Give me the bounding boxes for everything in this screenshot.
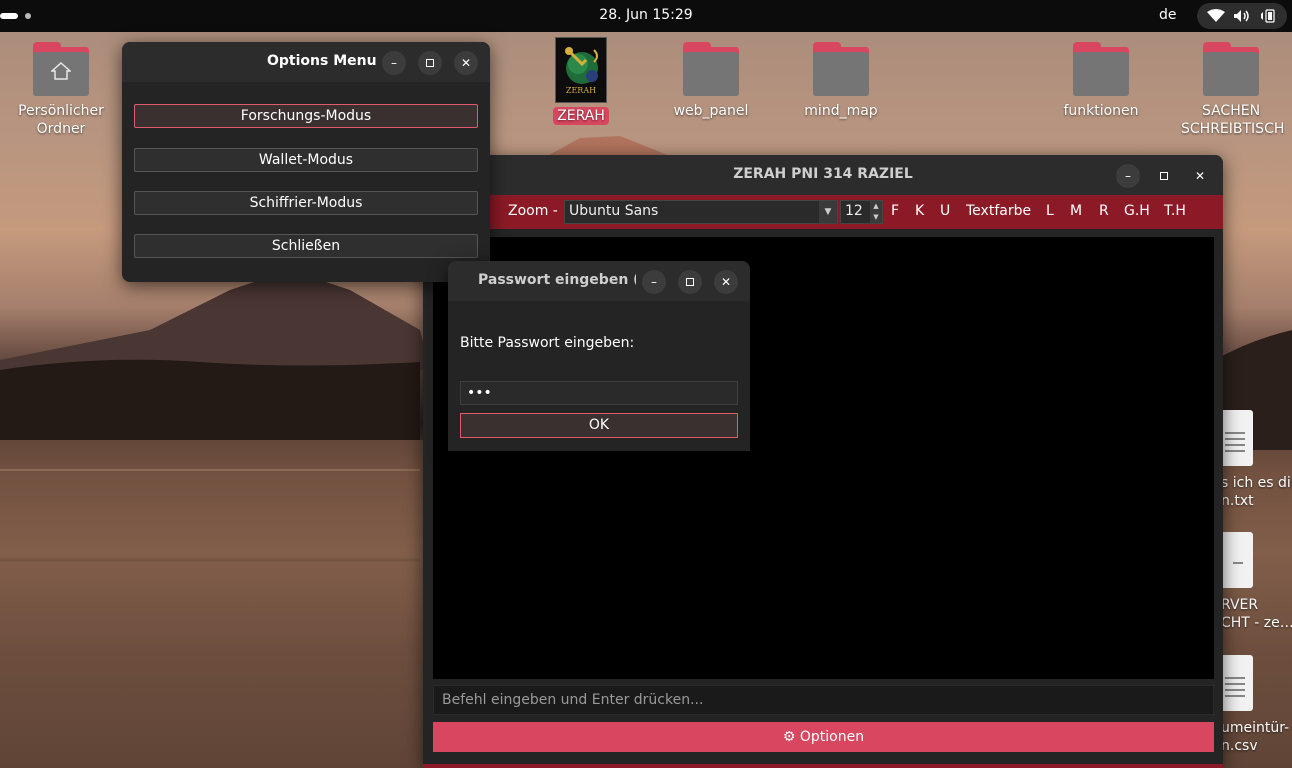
forschungs-modus-button[interactable]: Forschungs-Modus	[134, 104, 478, 128]
zoom-out-button[interactable]: Zoom -	[508, 203, 558, 219]
home-folder-icon	[33, 42, 89, 96]
password-field[interactable]: •••	[460, 381, 738, 405]
volume-icon	[1234, 10, 1249, 22]
close-icon: ✕	[720, 275, 732, 289]
desktop-icon-mind-map[interactable]: mind_map	[791, 42, 891, 120]
minimize-icon: –	[1125, 169, 1131, 183]
clock[interactable]: 28. Jun 15:29	[599, 7, 692, 23]
align-center-button[interactable]: M	[1070, 203, 1082, 219]
underline-button[interactable]: U	[940, 203, 950, 219]
desktop-icon-label: Persönlicher Ordner	[18, 103, 104, 137]
desktop-icon-label: ZERAH	[553, 107, 609, 125]
window-title: Options Menu	[267, 53, 377, 69]
desktop-file-label[interactable]: umeintür-n.csv	[1221, 719, 1289, 755]
align-right-button[interactable]: R	[1099, 203, 1109, 219]
desktop-icon-label: web_panel	[673, 103, 749, 119]
maximize-icon	[686, 278, 694, 286]
minimize-button[interactable]: –	[1116, 164, 1140, 188]
maximize-button[interactable]	[678, 270, 702, 294]
folder-icon	[1073, 42, 1129, 96]
maximize-button[interactable]	[1152, 164, 1176, 188]
font-size-spinner[interactable]: 12 ▲ ▼	[840, 200, 883, 224]
close-icon: ✕	[1194, 169, 1206, 183]
maximize-icon	[1160, 172, 1168, 180]
text-color-button[interactable]: Textfarbe	[966, 203, 1031, 219]
bold-button[interactable]: F	[891, 203, 899, 219]
gh-button[interactable]: G.H	[1124, 203, 1150, 219]
window-title: ZERAH PNI 314 RAZIEL	[733, 166, 913, 182]
schiffrier-modus-button[interactable]: Schiffrier-Modus	[134, 191, 478, 215]
folder-icon	[813, 42, 869, 96]
desktop-icon-web-panel[interactable]: web_panel	[661, 42, 761, 120]
folder-icon	[683, 42, 739, 96]
chevron-down-icon: ▼	[819, 201, 837, 223]
desktop-icon-label: funktionen	[1063, 103, 1139, 119]
command-input[interactable]: Befehl eingeben und Enter drücken...	[433, 685, 1214, 715]
maximize-icon	[426, 59, 434, 67]
close-button[interactable]: ✕	[454, 51, 478, 75]
window-titlebar[interactable]: Passwort eingeben (Sc – ✕	[448, 261, 750, 301]
close-button[interactable]: ✕	[714, 270, 738, 294]
zerah-logo-text: ZERAH	[565, 86, 597, 95]
desktop-file-label[interactable]: s ich es dir n.txt	[1221, 474, 1292, 510]
window-titlebar[interactable]: Options Menu – ✕	[122, 42, 490, 82]
minimize-icon: –	[391, 56, 397, 70]
maximize-button[interactable]	[418, 51, 442, 75]
align-left-button[interactable]: L	[1046, 203, 1054, 219]
wifi-icon	[1207, 9, 1225, 22]
close-button[interactable]: ✕	[1188, 164, 1212, 188]
editor-toolbar: - Zoom - Ubuntu Sans ▼ 12 ▲▼ F K U Textf…	[423, 195, 1223, 229]
th-button[interactable]: T.H	[1164, 203, 1186, 219]
italic-button[interactable]: K	[915, 203, 924, 219]
keyboard-layout-indicator[interactable]: de	[1159, 7, 1177, 23]
desktop-icon-home[interactable]: Persönlicher Ordner	[11, 42, 111, 138]
font-family-select[interactable]: Ubuntu Sans ▼	[564, 200, 838, 224]
window-bottom-strip	[423, 764, 1223, 768]
desktop-icon-funktionen[interactable]: funktionen	[1051, 42, 1151, 120]
desktop-icon-label: mind_map	[804, 103, 878, 119]
password-dialog: Passwort eingeben (Sc – ✕ Bitte Passwort…	[448, 261, 750, 451]
spinner-arrows-icon: ▲ ▼	[870, 201, 882, 223]
options-button[interactable]: ⚙ Optionen	[433, 722, 1214, 752]
wallet-modus-button[interactable]: Wallet-Modus	[134, 148, 478, 172]
desktop-icon-label: SACHEN SCHREIBTISCH	[1181, 103, 1285, 137]
ok-button[interactable]: OK	[460, 413, 738, 438]
password-prompt-label: Bitte Passwort eingeben:	[460, 335, 635, 351]
folder-icon	[1203, 42, 1259, 96]
desktop-icon-sachen-schreibtisch[interactable]: SACHEN SCHREIBTISCH	[1181, 42, 1285, 138]
minimize-button[interactable]: –	[642, 270, 666, 294]
window-titlebar[interactable]: ZERAH PNI 314 RAZIEL – ✕	[423, 155, 1223, 195]
window-title: Passwort eingeben (Sc	[478, 272, 636, 288]
workspace-indicator[interactable]	[25, 13, 31, 19]
desktop-file-label[interactable]: RVER CHT - ze…	[1221, 596, 1292, 632]
zerah-app-icon: ZERAH	[555, 37, 607, 103]
zerah-main-window: ZERAH PNI 314 RAZIEL – ✕ - Zoom - Ubuntu…	[423, 155, 1223, 768]
minimize-button[interactable]: –	[382, 51, 406, 75]
close-icon: ✕	[460, 56, 472, 70]
top-bar: 28. Jun 15:29 de	[0, 0, 1292, 32]
options-menu-window: Options Menu – ✕ Forschungs-Modus Wallet…	[122, 42, 490, 282]
schliessen-button[interactable]: Schließen	[134, 234, 478, 258]
minimize-icon: –	[651, 275, 657, 289]
workspace-indicator-active[interactable]	[0, 13, 18, 19]
battery-icon	[1261, 9, 1275, 23]
desktop-icon-zerah[interactable]: ZERAH ZERAH	[531, 37, 631, 125]
system-status-menu[interactable]	[1197, 3, 1287, 29]
